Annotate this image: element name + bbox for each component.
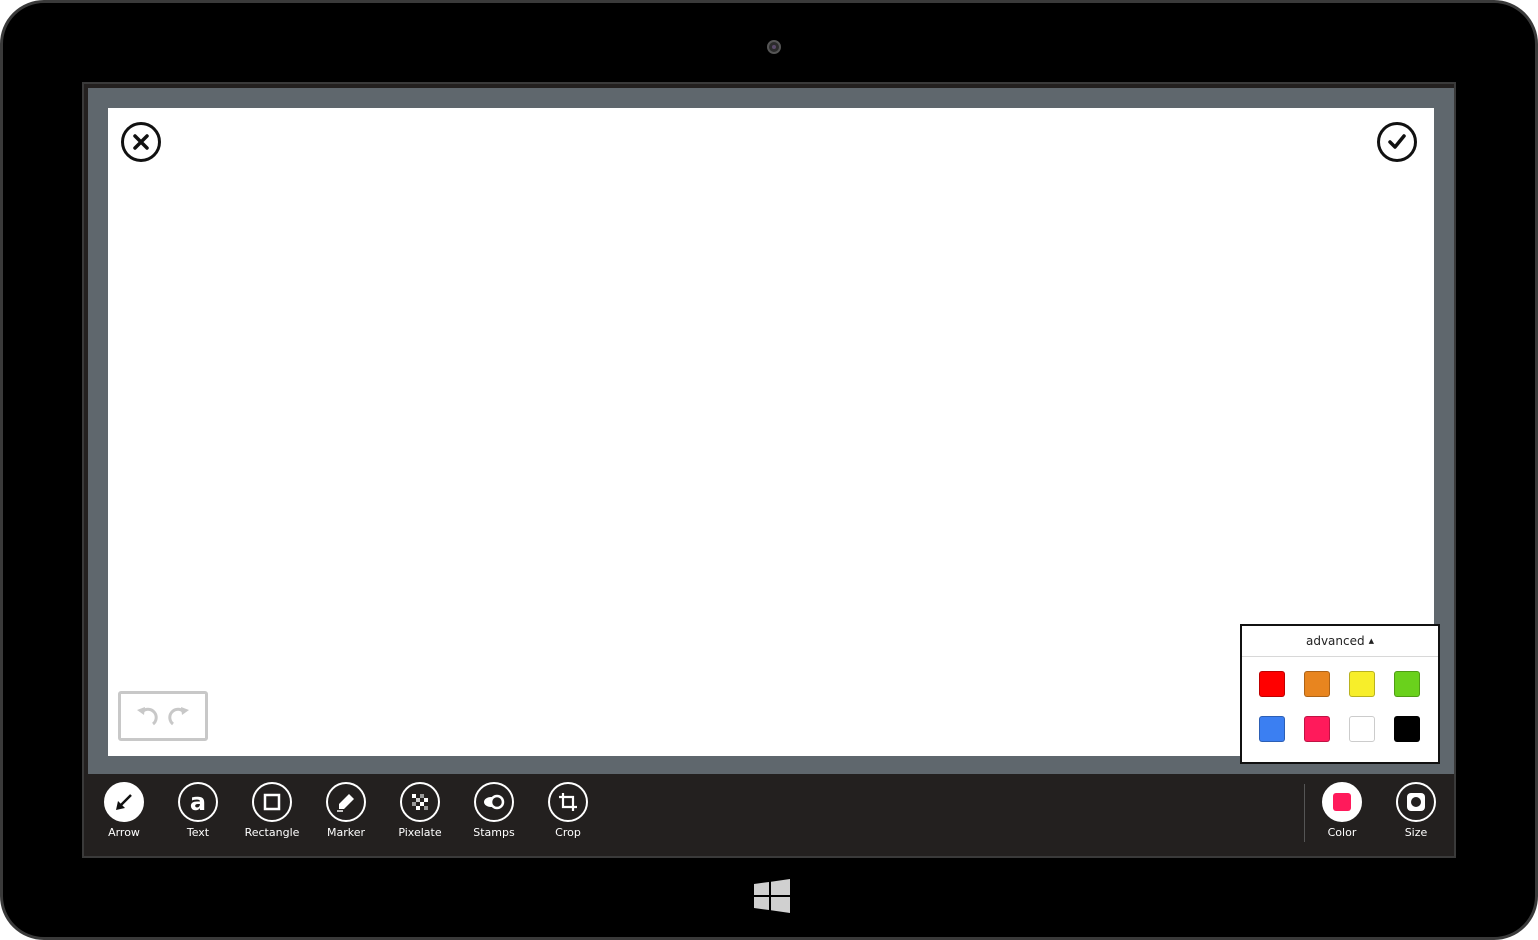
color-swatch[interactable] [1304, 671, 1330, 697]
windows-logo-icon[interactable] [754, 879, 790, 913]
tool-arrow[interactable]: Arrow [94, 782, 154, 839]
color-picker-popup: advanced ▲ [1240, 624, 1440, 764]
redo-icon[interactable] [167, 704, 193, 728]
close-button[interactable] [121, 122, 161, 162]
crop-icon [548, 782, 588, 822]
undo-icon[interactable] [133, 704, 159, 728]
check-icon [1388, 134, 1406, 149]
advanced-label: advanced [1305, 634, 1365, 648]
color-swatch[interactable] [1349, 716, 1375, 742]
confirm-button[interactable] [1377, 122, 1417, 162]
undo-redo-group [118, 691, 208, 741]
marker-icon [326, 782, 366, 822]
camera-icon [767, 40, 781, 54]
color-swatch-icon [1322, 782, 1362, 822]
rectangle-icon [252, 782, 292, 822]
tool-label: Pixelate [398, 826, 442, 839]
color-swatch[interactable] [1259, 716, 1285, 742]
bottom-toolbar: Arrow a Text Rectangle Marker Pixelate S… [88, 774, 1454, 854]
tool-stamps[interactable]: Stamps [464, 782, 524, 839]
tool-text[interactable]: a Text [168, 782, 228, 839]
size-label: Size [1404, 826, 1428, 839]
color-button[interactable]: Color [1312, 782, 1372, 839]
size-icon [1396, 782, 1436, 822]
color-swatch[interactable] [1394, 671, 1420, 697]
tool-rectangle[interactable]: Rectangle [242, 782, 302, 839]
size-button[interactable]: Size [1386, 782, 1446, 839]
tool-label: Text [186, 826, 210, 839]
svg-text:a: a [190, 789, 206, 815]
drawing-canvas[interactable] [108, 108, 1434, 756]
tool-crop[interactable]: Crop [538, 782, 598, 839]
tool-pixelate[interactable]: Pixelate [390, 782, 450, 839]
toolbar-divider [1304, 784, 1305, 842]
pixelate-icon [400, 782, 440, 822]
color-swatch[interactable] [1394, 716, 1420, 742]
color-swatch[interactable] [1259, 671, 1285, 697]
color-label: Color [1327, 826, 1357, 839]
text-icon: a [178, 782, 218, 822]
color-swatch[interactable] [1349, 671, 1375, 697]
tool-label: Rectangle [244, 826, 300, 839]
advanced-toggle[interactable]: advanced ▲ [1242, 626, 1438, 657]
tool-label: Stamps [473, 826, 515, 839]
tool-marker[interactable]: Marker [316, 782, 376, 839]
color-swatch[interactable] [1304, 716, 1330, 742]
caret-up-icon: ▲ [1368, 637, 1375, 645]
stamps-icon [474, 782, 514, 822]
tool-label: Crop [555, 826, 581, 839]
close-icon [133, 134, 149, 150]
tool-label: Arrow [108, 826, 140, 839]
arrow-icon [104, 782, 144, 822]
tool-label: Marker [326, 826, 366, 839]
